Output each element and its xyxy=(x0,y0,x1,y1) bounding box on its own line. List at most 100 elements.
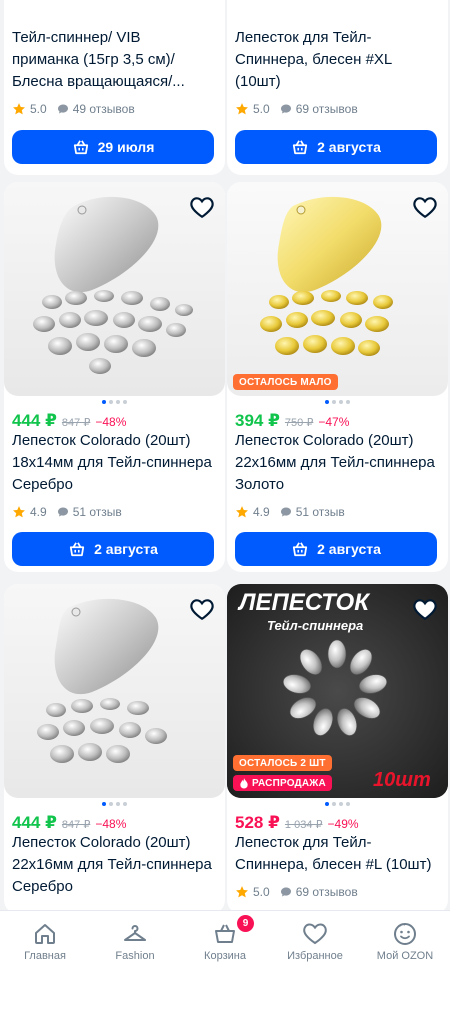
price-row: 394 ₽ 750 ₽ −47% xyxy=(235,411,349,431)
product-card[interactable]: 444 ₽ 847 ₽ −48% Лепесток Colorado (20шт… xyxy=(4,182,225,572)
old-price: 1 034 ₽ xyxy=(284,819,323,831)
tab-fashion[interactable]: Fashion xyxy=(90,911,180,972)
image-pager-dots xyxy=(227,400,448,404)
discount-percent: −48% xyxy=(95,817,127,831)
heart-icon xyxy=(190,197,214,219)
basket-icon xyxy=(69,542,85,557)
add-to-cart-button[interactable]: 29 июля xyxy=(12,130,214,164)
reviews-icon xyxy=(280,104,291,114)
product-title-line: Серебро xyxy=(12,878,73,895)
star-icon xyxy=(236,506,248,518)
reviews-icon xyxy=(57,507,68,517)
profile-icon xyxy=(394,923,416,945)
product-card[interactable]: 444 ₽ 847 ₽ −48% Лепесток Colorado (20шт… xyxy=(4,584,225,914)
current-price: 528 ₽ xyxy=(235,813,280,832)
product-title-line: приманка (15гр 3,5 см)/ xyxy=(12,51,175,68)
hanger-icon xyxy=(124,925,146,941)
favorite-button[interactable] xyxy=(187,192,217,222)
current-price: 444 ₽ xyxy=(12,411,57,430)
image-pager-dots xyxy=(227,802,448,806)
star-icon xyxy=(236,103,248,115)
product-title-line: Золото xyxy=(235,476,285,493)
bottom-tab-bar: Главная Fashion 9 Корзина Избранное Мой … xyxy=(0,910,450,972)
rating-row: 5.0 49 отзывов xyxy=(12,102,135,116)
tab-cart[interactable]: 9 Корзина xyxy=(180,911,270,972)
product-card[interactable]: ОСТАЛОСЬ МАЛО 394 ₽ 750 ₽ −47% Лепесток … xyxy=(227,182,448,572)
product-feed: Тейл-спиннер/ VIB приманка (15гр 3,5 см)… xyxy=(0,0,450,1024)
product-title-line: Тейл-спиннер/ VIB xyxy=(12,29,141,46)
product-title-line: Лепесток Colorado (20шт) xyxy=(12,432,191,449)
add-to-cart-button[interactable]: 2 августа xyxy=(12,532,214,566)
product-title-line: Лепесток для Тейл- xyxy=(235,29,372,46)
cart-count-badge: 9 xyxy=(237,915,254,932)
product-title-line: 18x14мм для Тейл-спиннера xyxy=(12,454,212,471)
discount-percent: −47% xyxy=(318,415,350,429)
heart-icon xyxy=(413,197,437,219)
product-image[interactable] xyxy=(4,584,225,798)
rating-value: 4.9 xyxy=(253,505,270,519)
image-headline: ЛЕПЕСТОК xyxy=(237,589,371,616)
tab-profile[interactable]: Мой OZON xyxy=(360,911,450,972)
product-title-line: 22x16мм для Тейл-спиннера xyxy=(235,454,435,471)
tab-label: Мой OZON xyxy=(376,950,434,962)
delivery-date: 2 августа xyxy=(317,541,381,557)
low-stock-badge: ОСТАЛОСЬ 2 ШТ xyxy=(233,755,332,771)
star-icon xyxy=(236,886,248,898)
discount-percent: −49% xyxy=(327,817,359,831)
product-title-line: Лепесток Colorado (20шт) xyxy=(12,834,191,851)
rating-row: 5.0 69 отзывов xyxy=(235,102,358,116)
product-title-line: Блесна вращающаяся/... xyxy=(12,73,185,90)
home-icon xyxy=(35,924,55,944)
tab-label: Корзина xyxy=(204,950,246,962)
add-to-cart-button[interactable]: 2 августа xyxy=(235,532,437,566)
price-row: 444 ₽ 847 ₽ −48% xyxy=(12,813,126,833)
low-stock-badge: ОСТАЛОСЬ МАЛО xyxy=(233,374,338,390)
rating-value: 5.0 xyxy=(30,102,47,116)
product-title-line: Лепесток Colorado (20шт) xyxy=(235,432,414,449)
current-price: 394 ₽ xyxy=(235,411,280,430)
image-subheadline: Тейл-спиннера xyxy=(267,618,363,633)
old-price: 847 ₽ xyxy=(61,819,91,831)
add-to-cart-button[interactable]: 2 августа xyxy=(235,130,437,164)
delivery-date: 2 августа xyxy=(94,541,158,557)
favorite-button[interactable] xyxy=(187,594,217,624)
basket-icon xyxy=(292,140,308,155)
product-card-top-right[interactable]: Лепесток для Тейл- Спиннера, блесен #XL … xyxy=(227,0,448,175)
reviews-count: 69 отзывов xyxy=(295,102,358,116)
tab-favorites[interactable]: Избранное xyxy=(270,911,360,972)
sale-badge-label: РАСПРОДАЖА xyxy=(252,777,326,789)
product-title-line: Спиннера, блесен #L (10шт) xyxy=(235,856,432,873)
product-title-line: Серебро xyxy=(12,476,73,493)
rating-value: 5.0 xyxy=(253,102,270,116)
image-pager-dots xyxy=(4,400,225,404)
reviews-count: 51 отзыв xyxy=(295,505,345,519)
tab-label: Избранное xyxy=(287,950,343,962)
price-row: 444 ₽ 847 ₽ −48% xyxy=(12,411,126,431)
product-image[interactable] xyxy=(4,182,225,396)
tab-label: Fashion xyxy=(115,950,155,962)
rating-value: 5.0 xyxy=(253,885,270,899)
delivery-date: 2 августа xyxy=(317,139,381,155)
reviews-count: 69 отзывов xyxy=(295,885,358,899)
rating-row: 4.9 51 отзыв xyxy=(235,505,345,519)
image-pack-count: 10шт xyxy=(373,769,431,791)
cart-icon xyxy=(215,924,235,943)
heart-icon xyxy=(413,599,437,621)
product-title-line: (10шт) xyxy=(235,73,281,90)
product-card[interactable]: ЛЕПЕСТОК Тейл-спиннера 10шт ОСТАЛОСЬ 2 Ш… xyxy=(227,584,448,914)
tab-home[interactable]: Главная xyxy=(0,911,90,972)
product-image[interactable]: ЛЕПЕСТОК Тейл-спиннера 10шт ОСТАЛОСЬ 2 Ш… xyxy=(227,584,448,798)
tab-label: Главная xyxy=(24,950,66,962)
old-price: 750 ₽ xyxy=(284,417,314,429)
favorite-button[interactable] xyxy=(410,594,440,624)
rating-row: 5.0 69 отзывов xyxy=(235,885,358,899)
rating-value: 4.9 xyxy=(30,505,47,519)
reviews-count: 49 отзывов xyxy=(72,102,135,116)
reviews-icon xyxy=(280,887,291,897)
product-image[interactable]: ОСТАЛОСЬ МАЛО xyxy=(227,182,448,396)
image-pager-dots xyxy=(4,802,225,806)
favorite-button[interactable] xyxy=(410,192,440,222)
product-title-line: Лепесток для Тейл- xyxy=(235,834,372,851)
product-card-top-left[interactable]: Тейл-спиннер/ VIB приманка (15гр 3,5 см)… xyxy=(4,0,225,175)
fire-icon xyxy=(240,777,248,789)
